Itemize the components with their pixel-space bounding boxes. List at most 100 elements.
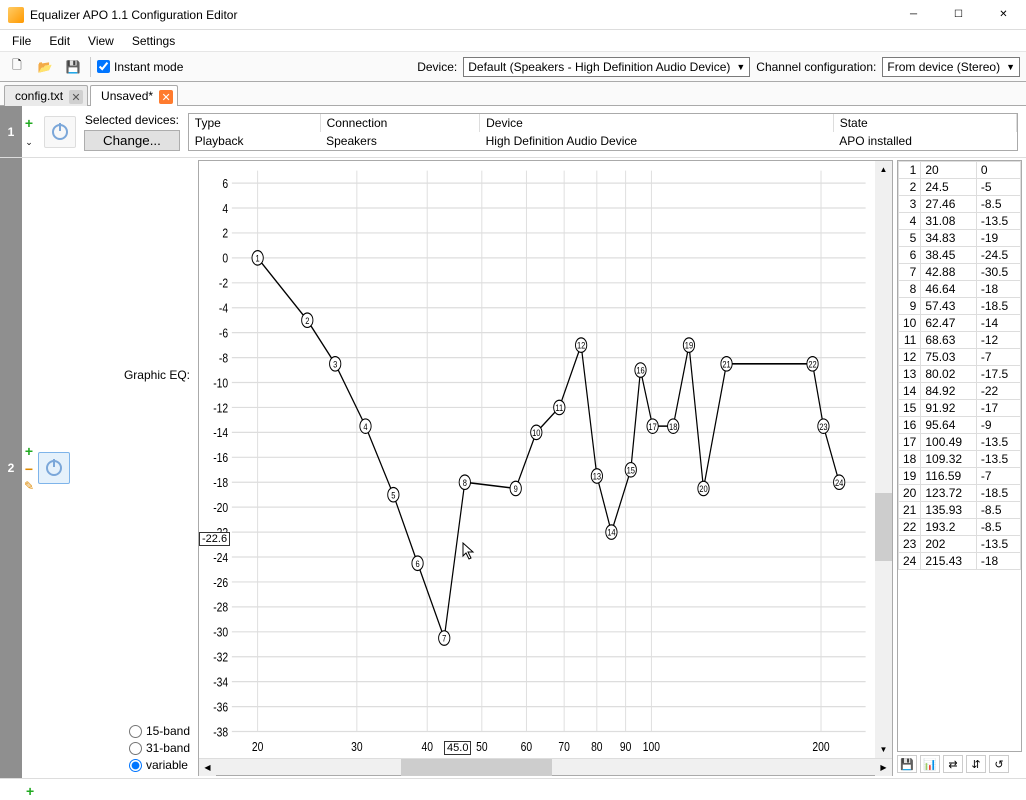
close-icon[interactable]: ✕ bbox=[159, 90, 173, 104]
selected-devices-label: Selected devices: bbox=[85, 113, 179, 127]
table-row[interactable]: 431.08-13.5 bbox=[899, 213, 1021, 230]
svg-text:24: 24 bbox=[835, 477, 844, 488]
chevron-down-icon[interactable]: ⌄ bbox=[25, 137, 33, 148]
svg-text:4: 4 bbox=[363, 421, 367, 432]
table-row[interactable]: 1275.03-7 bbox=[899, 349, 1021, 366]
table-row[interactable]: 534.83-19 bbox=[899, 230, 1021, 247]
svg-text:13: 13 bbox=[593, 471, 602, 482]
close-button[interactable]: ✕ bbox=[981, 0, 1026, 29]
eq-plot[interactable]: 6420-2-4-6-8-10-12-14-16-18-20-22-24-26-… bbox=[199, 161, 875, 758]
remove-icon[interactable]: − bbox=[25, 461, 33, 477]
y-cursor-value: -22.6 bbox=[199, 532, 230, 546]
table-row[interactable]: 742.88-30.5 bbox=[899, 264, 1021, 281]
menu-view[interactable]: View bbox=[80, 32, 122, 50]
svg-text:17: 17 bbox=[648, 421, 657, 432]
table-row[interactable]: 1380.02-17.5 bbox=[899, 366, 1021, 383]
add-row-icon[interactable]: + bbox=[26, 783, 1026, 799]
band-15-radio[interactable]: 15-band bbox=[129, 724, 190, 738]
open-file-icon[interactable]: 📂 bbox=[34, 56, 56, 78]
table-row[interactable]: 20123.72-18.5 bbox=[899, 485, 1021, 502]
x-cursor-value: 45.0 bbox=[444, 741, 471, 755]
import-icon[interactable]: 📊 bbox=[920, 755, 940, 773]
menu-settings[interactable]: Settings bbox=[124, 32, 183, 50]
change-button[interactable]: Change... bbox=[84, 130, 180, 151]
svg-text:100: 100 bbox=[643, 739, 661, 755]
svg-text:-34: -34 bbox=[213, 674, 228, 690]
svg-text:-18: -18 bbox=[213, 475, 228, 491]
band-31-radio[interactable]: 31-band bbox=[129, 741, 190, 755]
svg-text:-2: -2 bbox=[219, 275, 228, 291]
table-row[interactable]: 24215.43-18 bbox=[899, 553, 1021, 570]
scroll-up-icon[interactable]: ▲ bbox=[875, 161, 892, 178]
new-file-icon[interactable]: 🗋 bbox=[6, 56, 28, 78]
channel-config-combo[interactable]: From device (Stereo) ▼ bbox=[882, 57, 1020, 77]
tab-unsaved[interactable]: Unsaved* ✕ bbox=[90, 85, 178, 106]
power-toggle[interactable] bbox=[44, 116, 76, 148]
table-row[interactable]: 21135.93-8.5 bbox=[899, 502, 1021, 519]
table-row[interactable]: 957.43-18.5 bbox=[899, 298, 1021, 315]
svg-text:2: 2 bbox=[222, 225, 228, 241]
table-row[interactable]: 19116.59-7 bbox=[899, 468, 1021, 485]
table-row[interactable]: 22193.2-8.5 bbox=[899, 519, 1021, 536]
close-icon[interactable]: ✕ bbox=[69, 90, 83, 104]
table-row[interactable]: 1591.92-17 bbox=[899, 400, 1021, 417]
points-table[interactable]: 1200224.5-5327.46-8.5431.08-13.5534.83-1… bbox=[897, 160, 1022, 752]
graphic-eq-label: Graphic EQ: bbox=[124, 368, 190, 382]
maximize-button[interactable]: ☐ bbox=[936, 0, 981, 29]
invert-icon[interactable]: ⇄ bbox=[943, 755, 963, 773]
power-toggle[interactable] bbox=[38, 452, 70, 484]
edit-icon[interactable]: ✎ bbox=[24, 479, 34, 493]
chevron-down-icon: ▼ bbox=[736, 62, 745, 72]
svg-text:9: 9 bbox=[514, 483, 518, 494]
row-number: 1 bbox=[0, 106, 22, 157]
tab-config[interactable]: config.txt ✕ bbox=[4, 85, 88, 106]
table-row[interactable]: 1695.64-9 bbox=[899, 417, 1021, 434]
svg-text:-28: -28 bbox=[213, 599, 228, 615]
band-variable-radio[interactable]: variable bbox=[129, 758, 188, 772]
svg-text:20: 20 bbox=[699, 483, 708, 494]
app-icon bbox=[8, 7, 24, 23]
horizontal-scrollbar[interactable]: ◀ ▶ bbox=[199, 758, 892, 775]
table-row[interactable]: 1200 bbox=[899, 162, 1021, 179]
col-connection: Connection bbox=[320, 114, 480, 132]
add-icon[interactable]: + bbox=[25, 115, 33, 131]
svg-text:14: 14 bbox=[607, 527, 616, 538]
svg-text:19: 19 bbox=[685, 340, 694, 351]
svg-text:3: 3 bbox=[333, 359, 337, 370]
table-row[interactable]: 327.46-8.5 bbox=[899, 196, 1021, 213]
svg-text:12: 12 bbox=[577, 340, 586, 351]
scroll-right-icon[interactable]: ▶ bbox=[875, 759, 892, 776]
table-row[interactable]: 846.64-18 bbox=[899, 281, 1021, 298]
add-icon[interactable]: + bbox=[25, 443, 33, 459]
svg-text:-8: -8 bbox=[219, 350, 229, 366]
reset-icon[interactable]: ↺ bbox=[989, 755, 1009, 773]
device-combo[interactable]: Default (Speakers - High Definition Audi… bbox=[463, 57, 750, 77]
svg-text:1: 1 bbox=[256, 253, 260, 264]
svg-text:6: 6 bbox=[415, 558, 419, 569]
svg-text:-16: -16 bbox=[213, 450, 228, 466]
svg-text:-24: -24 bbox=[213, 550, 228, 566]
table-row[interactable]: 18109.32-13.5 bbox=[899, 451, 1021, 468]
svg-text:22: 22 bbox=[808, 359, 817, 370]
vertical-scrollbar[interactable]: ▲ ▼ bbox=[875, 161, 892, 758]
col-state: State bbox=[833, 114, 1016, 132]
save-file-icon[interactable]: 💾 bbox=[62, 56, 84, 78]
menu-edit[interactable]: Edit bbox=[41, 32, 78, 50]
table-row[interactable]: 1168.63-12 bbox=[899, 332, 1021, 349]
table-row[interactable]: 1484.92-22 bbox=[899, 383, 1021, 400]
table-row[interactable]: 638.45-24.5 bbox=[899, 247, 1021, 264]
svg-text:23: 23 bbox=[819, 421, 828, 432]
minimize-button[interactable]: ─ bbox=[891, 0, 936, 29]
normalize-icon[interactable]: ⇵ bbox=[966, 755, 986, 773]
save-icon[interactable]: 💾 bbox=[897, 755, 917, 773]
table-row[interactable]: 17100.49-13.5 bbox=[899, 434, 1021, 451]
svg-text:-38: -38 bbox=[213, 724, 228, 740]
table-row[interactable]: 224.5-5 bbox=[899, 179, 1021, 196]
scroll-left-icon[interactable]: ◀ bbox=[199, 759, 216, 776]
scroll-down-icon[interactable]: ▼ bbox=[875, 741, 892, 758]
table-row[interactable]: 23202-13.5 bbox=[899, 536, 1021, 553]
svg-text:90: 90 bbox=[620, 739, 632, 755]
menu-file[interactable]: File bbox=[4, 32, 39, 50]
instant-mode-checkbox[interactable]: Instant mode bbox=[97, 60, 183, 74]
table-row[interactable]: 1062.47-14 bbox=[899, 315, 1021, 332]
